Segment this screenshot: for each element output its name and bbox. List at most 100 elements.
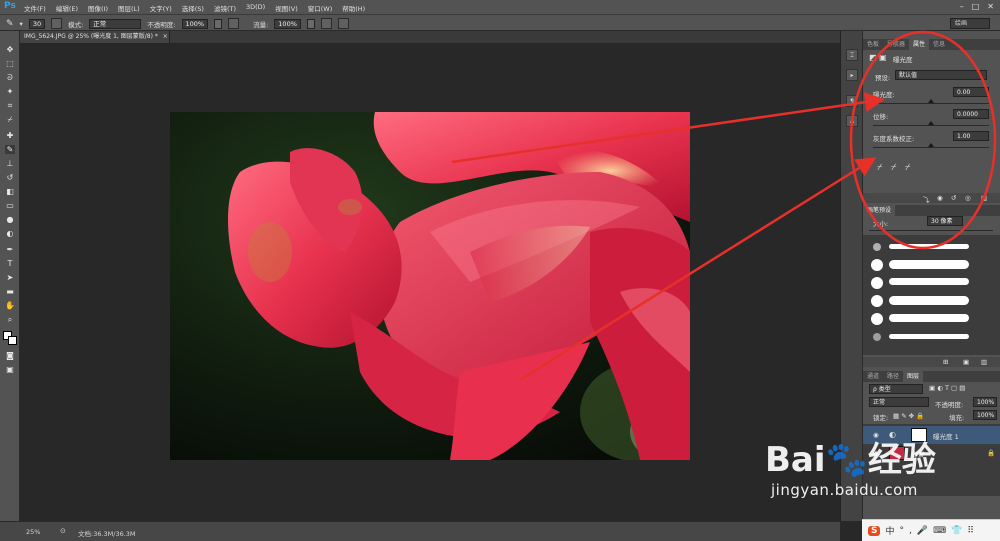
ime-punct-button[interactable]: , xyxy=(909,526,912,536)
type-tool-icon[interactable]: T xyxy=(5,259,15,268)
menu-3d[interactable]: 3D(D) xyxy=(246,3,265,13)
crop-tool-icon[interactable]: ⌗ xyxy=(5,101,15,110)
brush-size-picker[interactable]: 30 xyxy=(28,18,46,29)
mode-select[interactable]: 正常 xyxy=(89,18,142,29)
tab-info[interactable]: 信息 xyxy=(929,39,949,50)
quick-mask-icon[interactable]: ◙ xyxy=(5,351,15,360)
screen-mode-icon[interactable]: ▣ xyxy=(5,365,15,374)
view-previous-icon[interactable]: ◉ xyxy=(937,194,943,202)
menu-help[interactable]: 帮助(H) xyxy=(342,3,365,13)
maximize-button[interactable]: □ xyxy=(972,2,980,11)
stamp-tool-icon[interactable]: ⊥ xyxy=(5,159,15,168)
gradient-tool-icon[interactable]: ▭ xyxy=(5,201,15,210)
history-brush-tool-icon[interactable]: ↺ xyxy=(5,173,15,182)
menu-image[interactable]: 图像(I) xyxy=(88,3,108,13)
exposure-slider-thumb[interactable] xyxy=(928,99,934,103)
dodge-tool-icon[interactable]: ◐ xyxy=(5,229,15,238)
flow-field[interactable]: 100% xyxy=(274,18,301,29)
workspace-select[interactable]: 绘画 xyxy=(950,18,990,29)
quick-select-tool-icon[interactable]: ✦ xyxy=(5,87,15,96)
brush-panel-toggle-icon[interactable] xyxy=(51,18,63,29)
close-tab-icon[interactable]: × xyxy=(163,33,168,40)
preset-select[interactable]: 默认值 xyxy=(895,70,987,80)
actions-panel-icon[interactable]: ▸ xyxy=(846,69,858,81)
pressure-size-icon[interactable] xyxy=(337,18,349,29)
delete-brush-icon[interactable]: ▥ xyxy=(981,358,987,366)
pressure-opacity-icon[interactable] xyxy=(228,18,240,29)
tab-properties[interactable]: 属性 xyxy=(909,39,930,50)
ime-symbol-button[interactable]: ° xyxy=(900,526,905,536)
brush-preset-3[interactable] xyxy=(869,275,999,291)
visibility-icon[interactable]: ◎ xyxy=(965,194,971,202)
paragraph-panel-icon[interactable]: ¶ xyxy=(846,95,858,107)
blur-tool-icon[interactable]: ● xyxy=(5,215,15,224)
chevron-down-icon[interactable]: ▾ xyxy=(20,20,23,28)
blend-mode-select[interactable]: 正常 xyxy=(869,397,929,407)
layer-filter-icons[interactable]: ▣ ◐ T ▢ ▤ xyxy=(929,384,965,392)
brush-tool-icon[interactable]: ✎ xyxy=(6,19,14,29)
shape-tool-icon[interactable]: ▬ xyxy=(5,287,15,296)
brush-preset-2[interactable] xyxy=(869,257,999,273)
opacity-dropdown-button[interactable] xyxy=(214,18,223,29)
layer-opacity-field[interactable]: 100% xyxy=(973,397,997,407)
close-window-button[interactable]: ✕ xyxy=(987,2,994,11)
marquee-tool-icon[interactable]: ⬚ xyxy=(5,59,15,68)
brush-preset-6[interactable] xyxy=(869,329,999,345)
offset-field[interactable]: 0.0000 xyxy=(953,109,989,119)
gamma-field[interactable]: 1.00 xyxy=(953,131,989,141)
flower-photo[interactable] xyxy=(170,112,690,460)
offset-slider[interactable] xyxy=(873,125,989,126)
brush-preset-4[interactable] xyxy=(869,293,999,309)
brush-preset-1[interactable] xyxy=(869,239,999,255)
microphone-icon[interactable]: 🎤 xyxy=(917,526,928,536)
eyedropper-tool-icon[interactable]: ⌿ xyxy=(5,115,15,124)
brush-tool-icon[interactable]: ✎ xyxy=(5,145,15,154)
status-info-icon[interactable]: ⊙ xyxy=(60,527,66,535)
tab-navigator[interactable]: 导航器 xyxy=(883,39,909,50)
brush-size-field[interactable]: 30 像素 xyxy=(927,216,963,226)
reset-icon[interactable]: ↺ xyxy=(951,194,956,202)
menu-layer[interactable]: 图层(L) xyxy=(118,3,140,13)
tab-channels[interactable]: 通道 xyxy=(863,371,883,382)
sogou-logo-icon[interactable]: S xyxy=(868,525,881,536)
lasso-tool-icon[interactable]: ᘐ xyxy=(5,73,15,82)
skin-icon[interactable]: 👕 xyxy=(951,526,962,536)
menu-file[interactable]: 文件(F) xyxy=(24,3,46,13)
character-panel-icon[interactable]: A xyxy=(846,115,858,127)
brush-options-icon[interactable]: ⊞ xyxy=(943,358,948,366)
hand-tool-icon[interactable]: ✋ xyxy=(5,301,15,310)
menu-type[interactable]: 文字(Y) xyxy=(150,3,172,13)
brush-size-slider[interactable] xyxy=(869,230,993,231)
trash-icon[interactable]: ▥ xyxy=(981,194,987,202)
menu-select[interactable]: 选择(S) xyxy=(182,3,204,13)
eyedropper-gray-icon[interactable]: ⌿ xyxy=(891,163,896,173)
fill-field[interactable]: 100% xyxy=(973,410,997,420)
offset-slider-thumb[interactable] xyxy=(928,121,934,125)
new-brush-icon[interactable]: ▣ xyxy=(963,358,969,366)
eraser-tool-icon[interactable]: ◧ xyxy=(5,187,15,196)
flow-dropdown-button[interactable] xyxy=(306,18,315,29)
airbrush-icon[interactable] xyxy=(320,18,332,29)
zoom-tool-icon[interactable]: ⌕ xyxy=(5,315,15,324)
move-tool-icon[interactable]: ✥ xyxy=(5,45,15,54)
opacity-field[interactable]: 100% xyxy=(181,18,209,29)
ime-lang-button[interactable]: 中 xyxy=(885,524,894,537)
document-tab[interactable]: IMG_5624.JPG @ 25% (曝光度 1, 图层蒙版/8) * × xyxy=(20,31,170,43)
eyedropper-white-icon[interactable]: ⌿ xyxy=(905,163,910,173)
layer-name[interactable]: 曝光度 1 xyxy=(933,431,959,441)
layer-filter-select[interactable]: ρ 类型 xyxy=(869,384,923,394)
exposure-field[interactable]: 0.00 xyxy=(953,87,989,97)
eyedropper-black-icon[interactable]: ⌿ xyxy=(877,163,882,173)
minimize-button[interactable]: – xyxy=(960,2,964,11)
pen-tool-icon[interactable]: ✒ xyxy=(5,245,15,254)
zoom-level[interactable]: 25% xyxy=(26,528,40,536)
tab-brush-presets[interactable]: 画笔预设 xyxy=(863,205,896,216)
keyboard-icon[interactable]: ⌨ xyxy=(933,526,946,536)
healing-tool-icon[interactable]: ✚ xyxy=(5,131,15,140)
menu-filter[interactable]: 滤镜(T) xyxy=(214,3,236,13)
menu-window[interactable]: 窗口(W) xyxy=(308,3,333,13)
background-color-swatch[interactable] xyxy=(8,336,17,345)
tab-layers[interactable]: 图层 xyxy=(903,371,924,382)
tab-paths[interactable]: 路径 xyxy=(883,371,903,382)
clip-layer-icon[interactable]: ⤵ xyxy=(923,194,930,204)
